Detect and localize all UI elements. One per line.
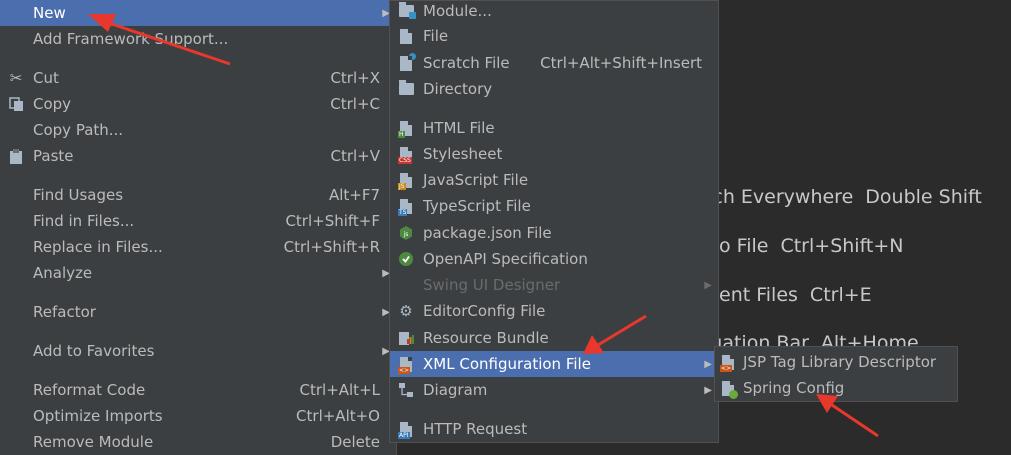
annotation-arrow-spring-config [816,394,879,438]
annotation-arrow-new [88,14,231,66]
annotation-arrow-xml-config [583,314,647,354]
annotation-arrows [88,14,879,438]
